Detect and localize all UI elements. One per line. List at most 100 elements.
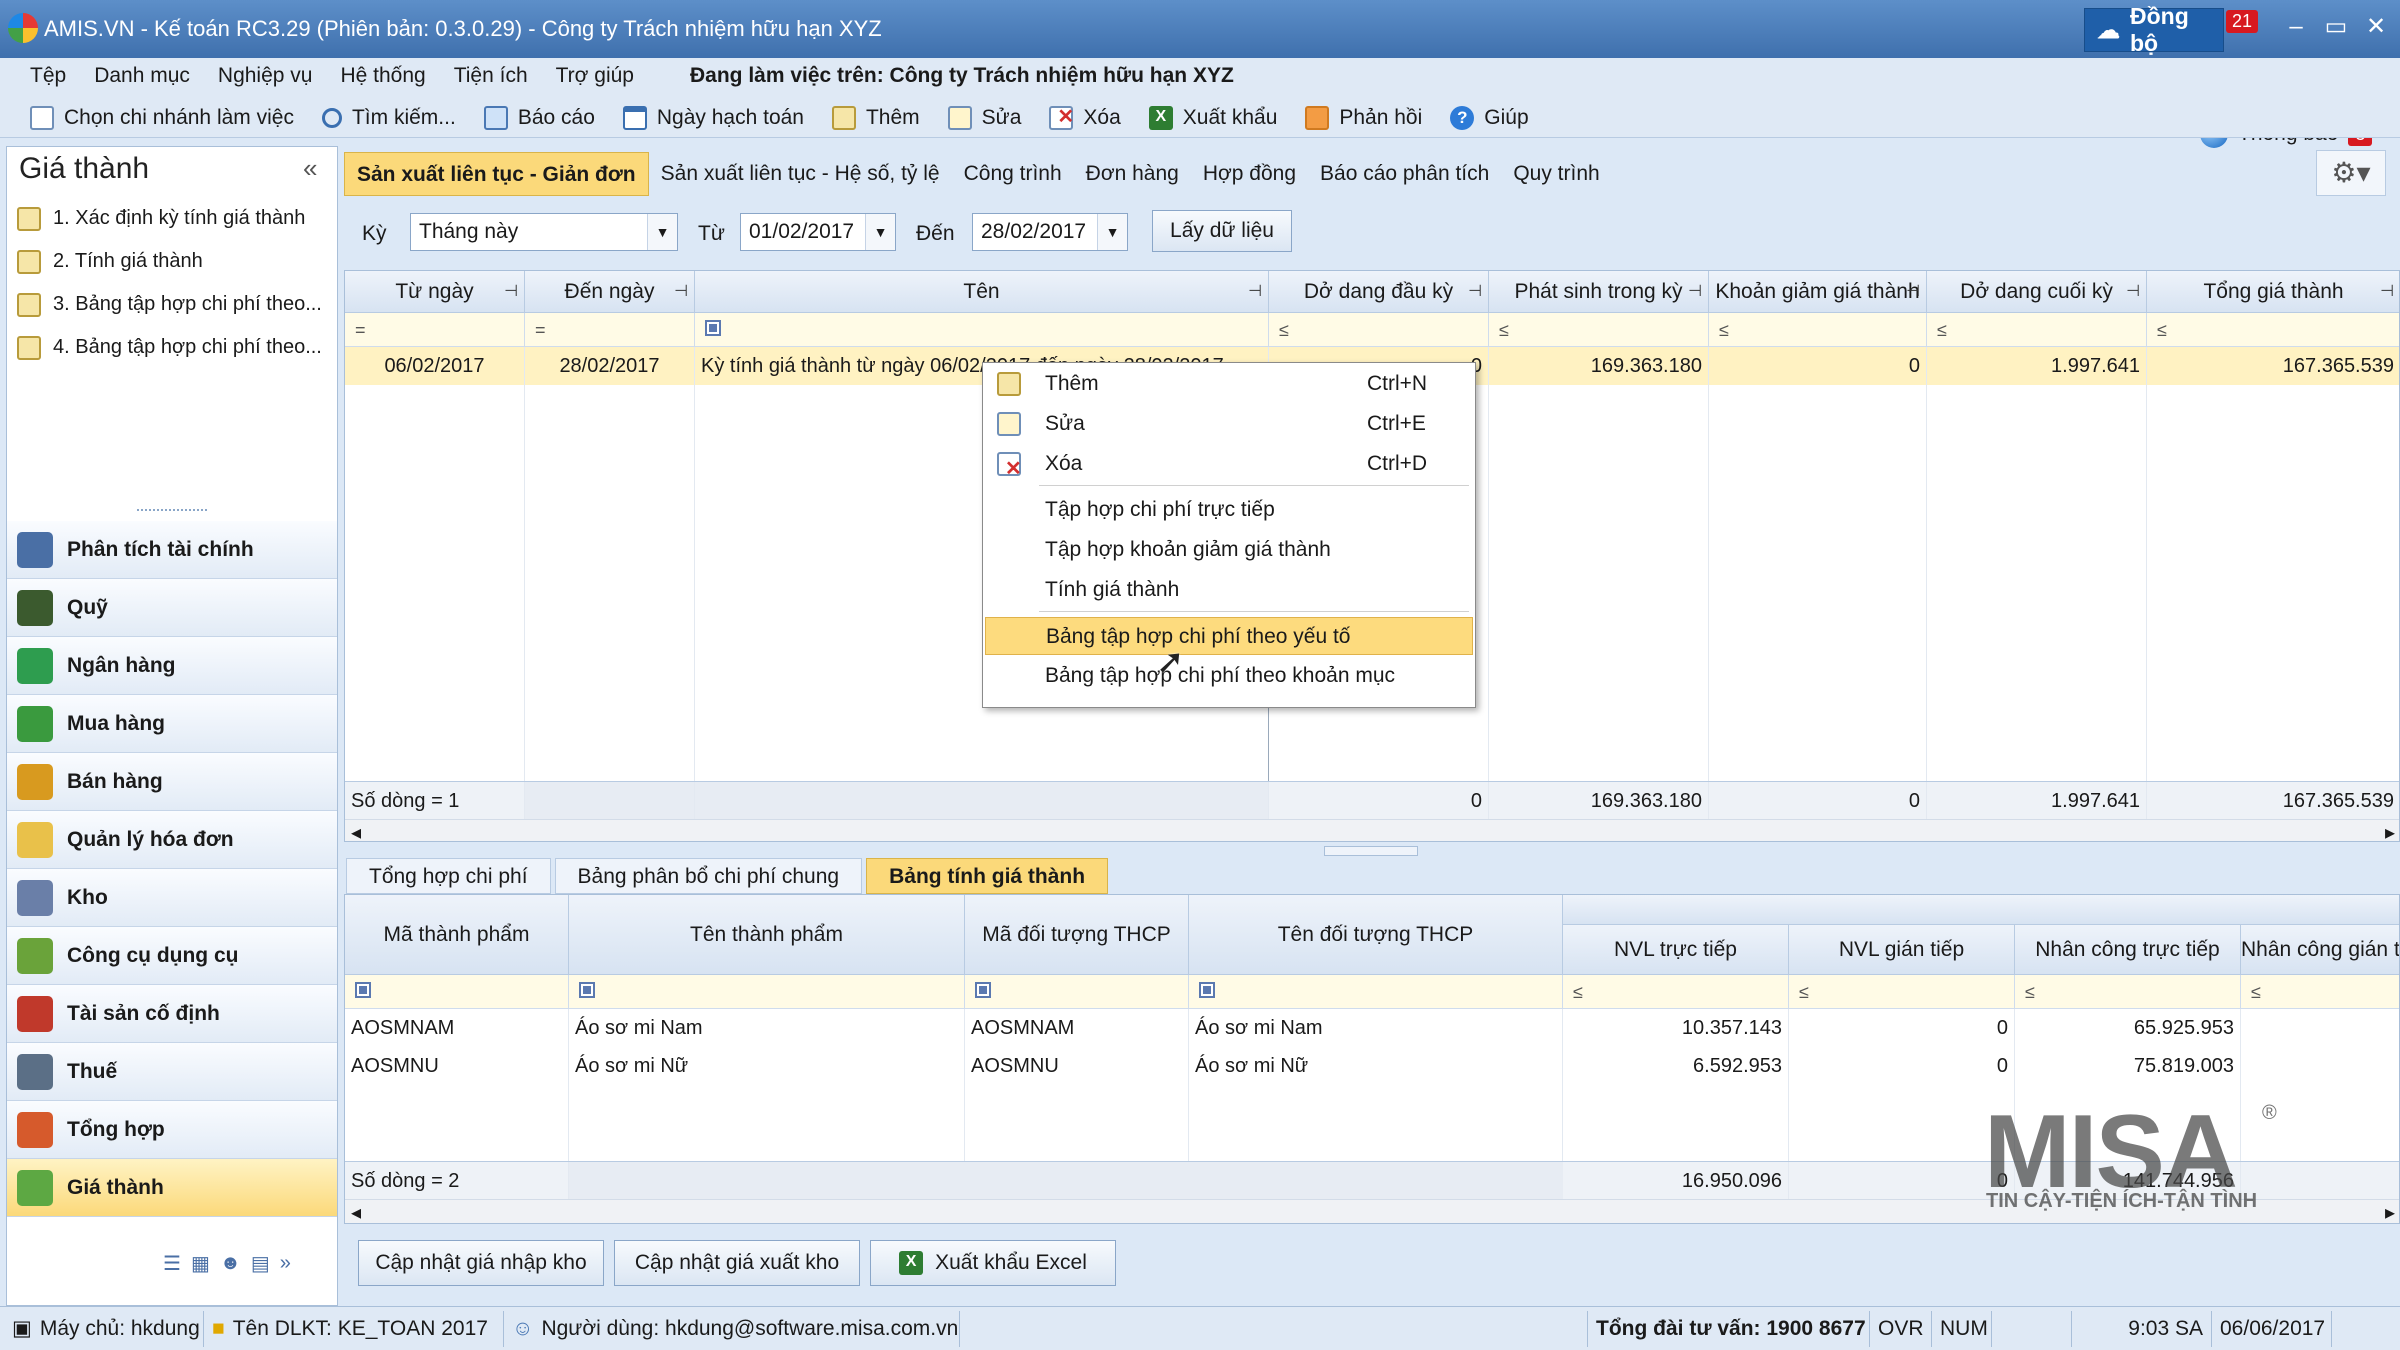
grid-cell[interactable]: AOSMNAM	[965, 1009, 1189, 1047]
feedback-button[interactable]: Phản hồi	[1291, 98, 1436, 138]
grid-cell[interactable]: Áo sơ mi Nam	[1189, 1009, 1563, 1047]
module-shop[interactable]: Bán hàng	[7, 753, 337, 811]
tab-5[interactable]: Báo cáo phân tích	[1308, 152, 1501, 196]
module-invoice[interactable]: Quản lý hóa đơn	[7, 811, 337, 869]
list-icon[interactable]: ☰	[163, 1251, 181, 1276]
scroll-left-icon[interactable]: ◂	[351, 820, 361, 841]
grid-cell[interactable]: Áo sơ mi Nữ	[569, 1047, 965, 1085]
grid-cell[interactable]: Áo sơ mi Nữ	[1189, 1047, 1563, 1085]
column-header[interactable]: Tên đối tượng THCP	[1189, 895, 1563, 975]
splitter-handle[interactable]	[137, 509, 207, 513]
grid-cell[interactable]: 0	[1789, 1009, 2015, 1047]
grid-cell[interactable]: 10.357.143	[1563, 1009, 1789, 1047]
grid-cell[interactable]: AOSMNAM	[345, 1009, 569, 1047]
menu-item[interactable]: Trợ giúp	[542, 64, 648, 88]
context-menu-item[interactable]: Thêm Ctrl+N	[985, 365, 1473, 403]
column-header[interactable]: Mã đối tượng THCP	[965, 895, 1189, 975]
context-menu-item[interactable]: Xóa Ctrl+D	[985, 445, 1473, 488]
filter-cell[interactable]	[965, 975, 1189, 1009]
filter-cell[interactable]	[695, 313, 1269, 347]
collapse-sidebar-icon[interactable]: «	[303, 153, 317, 184]
tab-0[interactable]: Sản xuất liên tục - Giản đơn	[344, 152, 649, 196]
to-date-input[interactable]: 28/02/2017 ▼	[972, 213, 1128, 251]
filter-checkbox-icon[interactable]	[355, 982, 371, 998]
menu-item[interactable]: Hệ thống	[326, 64, 439, 88]
filter-cell[interactable]	[1189, 975, 1563, 1009]
filter-cell[interactable]: ≤	[2241, 975, 2399, 1009]
tab-3[interactable]: Đơn hàng	[1074, 152, 1191, 196]
edit-button[interactable]: Sửa	[934, 98, 1036, 138]
column-header[interactable]: Từ ngày ⊣	[345, 271, 525, 313]
filter-cell[interactable]: ≤	[1709, 313, 1927, 347]
filter-cell[interactable]: ≤	[1927, 313, 2147, 347]
filter-cell[interactable]	[345, 975, 569, 1009]
grid-cell[interactable]: AOSMNU	[345, 1047, 569, 1085]
grid-cell[interactable]: 1.997.641	[1927, 347, 2147, 385]
detail-tab-0[interactable]: Tổng hợp chi phí	[346, 858, 551, 894]
module-safe[interactable]: Quỹ	[7, 579, 337, 637]
minimize-button[interactable]: –	[2278, 10, 2314, 44]
column-header[interactable]: NVL gián tiếp	[1789, 925, 2015, 975]
export-excel-button[interactable]: X Xuất khẩu Excel	[870, 1240, 1116, 1286]
settings-gear-icon[interactable]: ⚙▾	[2316, 150, 2386, 196]
filter-checkbox-icon[interactable]	[579, 982, 595, 998]
filter-checkbox-icon[interactable]	[1199, 982, 1215, 998]
menu-item[interactable]: Danh mục	[80, 64, 204, 88]
scroll-right-icon[interactable]: ▸	[2385, 1200, 2395, 1223]
column-header[interactable]: Nhân công gián tiếp	[2241, 925, 2399, 975]
filter-checkbox-icon[interactable]	[975, 982, 991, 998]
pin-icon[interactable]: ⊣	[674, 271, 688, 313]
column-header[interactable]: NVL trực tiếp	[1563, 925, 1789, 975]
pin-icon[interactable]: ⊣	[1468, 271, 1482, 313]
filter-cell[interactable]: ≤	[2015, 975, 2241, 1009]
column-header[interactable]: Mã thành phẩm	[345, 895, 569, 975]
maximize-button[interactable]: ▭	[2318, 10, 2354, 44]
filter-cell[interactable]: ≤	[1489, 313, 1709, 347]
module-summary[interactable]: Tổng hợp	[7, 1101, 337, 1159]
filter-cell[interactable]: ≤	[1563, 975, 1789, 1009]
column-header[interactable]: Dở dang cuối kỳ ⊣	[1927, 271, 2147, 313]
grid-cell[interactable]: 169.363.180	[1489, 347, 1709, 385]
update-export-price-button[interactable]: Cập nhật giá xuất kho	[614, 1240, 860, 1286]
module-monitor-chart[interactable]: Phân tích tài chính	[7, 521, 337, 579]
grid-cell[interactable]: Áo sơ mi Nam	[569, 1009, 965, 1047]
column-header[interactable]: Phát sinh trong kỳ ⊣	[1489, 271, 1709, 313]
update-import-price-button[interactable]: Cập nhật giá nhập kho	[358, 1240, 604, 1286]
get-data-button[interactable]: Lấy dữ liệu	[1152, 210, 1292, 252]
context-menu-item[interactable]: Tập hợp chi phí trực tiếp	[985, 491, 1473, 529]
pin-icon[interactable]: ⊣	[2126, 271, 2140, 313]
column-header[interactable]: Khoản giảm giá thành ⊣	[1709, 271, 1927, 313]
grid-cell[interactable]: 167.365.539	[2147, 347, 2399, 385]
grid-cell[interactable]: 28/02/2017	[525, 347, 695, 385]
pin-icon[interactable]: ⊣	[1248, 271, 1262, 313]
filter-cell[interactable]: =	[525, 313, 695, 347]
grid-cell[interactable]: 0	[1709, 347, 1927, 385]
scroll-right-icon[interactable]: ▸	[2385, 820, 2395, 841]
tab-2[interactable]: Công trình	[952, 152, 1074, 196]
filter-cell[interactable]: ≤	[1789, 975, 2015, 1009]
filter-checkbox-icon[interactable]	[705, 320, 721, 336]
from-date-input[interactable]: 01/02/2017 ▼	[740, 213, 896, 251]
sync-button[interactable]: ☁ Đồng bộ	[2084, 3, 2224, 56]
module-calculator[interactable]: Thuế	[7, 1043, 337, 1101]
module-cart[interactable]: Mua hàng	[7, 695, 337, 753]
tab-1[interactable]: Sản xuất liên tục - Hệ số, tỷ lệ	[649, 152, 952, 196]
sidebar-task-item[interactable]: 4. Bảng tập hợp chi phí theo...	[7, 326, 337, 369]
module-bank[interactable]: Ngân hàng	[7, 637, 337, 695]
menu-item[interactable]: Tệp	[16, 64, 80, 88]
context-menu-item[interactable]: Bảng tập hợp chi phí theo khoản mục	[985, 657, 1473, 695]
scroll-left-icon[interactable]: ◂	[351, 1200, 361, 1223]
period-select[interactable]: Tháng này ▼	[410, 213, 678, 251]
grid-cell[interactable]: 65.925.953	[2015, 1009, 2241, 1047]
grid-cell[interactable]: 75.819.003	[2015, 1047, 2241, 1085]
sidebar-task-item[interactable]: 2. Tính giá thành	[7, 240, 337, 283]
search-button[interactable]: Tìm kiếm...	[308, 98, 470, 138]
grid-cell[interactable]: AOSMNU	[965, 1047, 1189, 1085]
column-header[interactable]: Đến ngày ⊣	[525, 271, 695, 313]
posting-date-button[interactable]: Ngày hạch toán	[609, 98, 818, 138]
column-header[interactable]: Tên ⊣	[695, 271, 1269, 313]
grid-cell[interactable]: 0	[1789, 1047, 2015, 1085]
select-branch-button[interactable]: Chọn chi nhánh làm việc	[16, 98, 308, 138]
context-menu-item[interactable]: Tập hợp khoản giảm giá thành	[985, 531, 1473, 569]
tab-4[interactable]: Hợp đồng	[1191, 152, 1308, 196]
